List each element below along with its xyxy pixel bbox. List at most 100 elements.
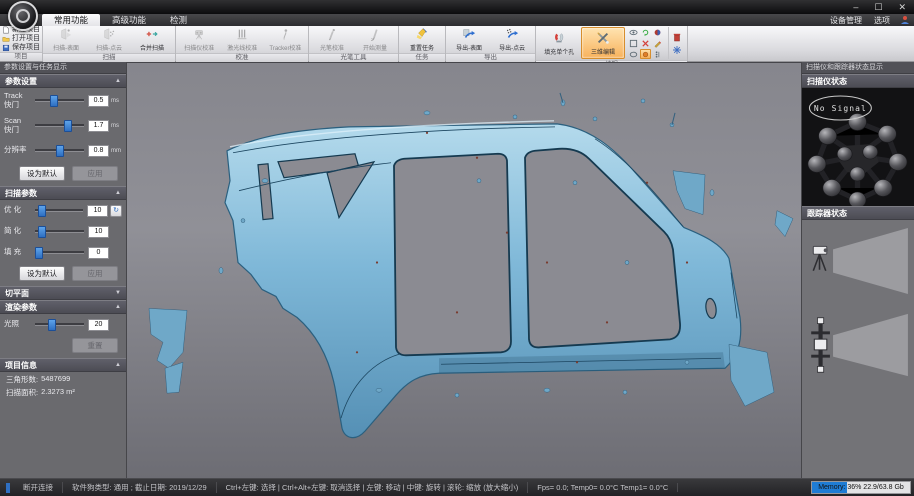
slider-value[interactable]: 0.5 [88,95,109,107]
slider-thumb[interactable] [38,226,46,238]
camera-fov-shape [833,228,908,294]
section-header-render[interactable]: 渲染参数 ▲ [0,300,126,314]
scan-pointcloud-button[interactable]: 扫描-点云 [88,27,130,52]
collapse-arrow-icon[interactable]: ▲ [115,304,121,310]
apply-button[interactable]: 应用 [72,166,118,181]
track-shutter-slider[interactable] [35,99,84,102]
slider-value[interactable]: 0 [88,247,109,259]
slider-thumb[interactable] [64,120,72,132]
button-label: 打开项目 [12,35,40,43]
3d-viewport[interactable] [127,62,801,478]
laser-calibration-button[interactable]: 激光线校准 [221,27,263,52]
minimize-button[interactable]: – [853,0,858,14]
trash-icon[interactable] [672,32,682,42]
tab-inspection[interactable]: 检测 [158,14,199,26]
collapse-arrow-icon[interactable]: ▲ [115,190,121,196]
save-project-button[interactable]: 保存项目 [2,44,40,52]
export-pointcloud-button[interactable]: 导出-点云 [491,27,533,52]
refresh-icon[interactable] [640,27,651,37]
slider-thumb[interactable] [48,319,56,331]
start-measure-button[interactable]: 开始测量 [354,27,396,52]
slider-value[interactable]: 1.7 [88,120,109,132]
reset-task-button[interactable]: 重置任务 [401,27,443,52]
scanner-calibration-button[interactable]: 扫描仪校准 [178,27,220,52]
fill-slider[interactable] [35,251,84,254]
slider-value[interactable]: 20 [88,319,109,331]
user-help-icon[interactable] [900,15,910,25]
close-button[interactable]: ✕ [898,0,906,14]
export-surface-button[interactable]: 导出-表面 [448,27,490,52]
button-label: 导出-表面 [456,42,482,51]
pen-calibration-button[interactable]: 光笔校准 [311,27,353,52]
slider-value[interactable]: 10 [88,226,109,238]
scan-surface-button[interactable]: 扫描-表面 [45,27,87,52]
section-header-scanner-status[interactable]: 扫描仪状态 [802,74,914,88]
slider-value[interactable]: 0.8 [88,145,109,157]
optimize-slider[interactable] [35,209,83,212]
maximize-button[interactable]: ☐ [874,0,882,14]
section-header-clip-plane[interactable]: 切平面 ▼ [0,286,126,300]
scan-area-row: 扫描面积: 2.3273 m² [0,385,126,398]
button-label: 合并扫描 [140,42,164,51]
slider-thumb[interactable] [56,145,64,157]
tracker-fov-probe [806,310,910,380]
options-dots-icon[interactable] [652,49,663,59]
device-management-menu[interactable]: 设备管理 [828,15,864,26]
title-bar: – ☐ ✕ [0,0,914,14]
rect-select-icon[interactable] [628,38,639,48]
slider-thumb[interactable] [38,205,46,217]
collapse-arrow-icon[interactable]: ▲ [115,362,121,368]
section-title: 切平面 [5,288,29,299]
ribbon: 新建项目 打开项目 保存项目 项目 扫描-表面 [0,26,914,62]
visibility-icon[interactable] [628,27,639,37]
scanner-calibration-icon [192,27,206,41]
edit-pen-icon[interactable] [652,38,663,48]
slider-unit: mm [111,148,122,154]
car-body-scan-model [127,63,801,478]
app-logo-icon[interactable] [8,1,38,31]
collapse-arrow-icon[interactable]: ▲ [115,78,121,84]
options-menu[interactable]: 选项 [872,15,892,26]
lasso-select-icon[interactable] [628,49,639,59]
paint-select-icon[interactable] [640,49,651,59]
tracker-calibration-icon [278,27,292,41]
export-surface-icon [462,27,476,41]
button-label: 填充单个孔 [544,46,574,55]
param-buttons: 设为默认 应用 [0,163,126,186]
fill-single-hole-button[interactable]: 填充单个孔 [538,27,580,59]
optimize-refresh-icon[interactable]: ↻ [110,205,122,217]
section-header-tracker-status[interactable]: 跟踪器状态 [802,206,914,220]
tab-advanced-functions[interactable]: 高级功能 [100,14,158,26]
merge-scan-icon [145,27,159,41]
set-default-button[interactable]: 设为默认 [19,166,65,181]
open-project-button[interactable]: 打开项目 [2,35,40,43]
3d-edit-button[interactable]: 三维编辑 [581,27,625,59]
tracker-calibration-button[interactable]: Tracker校准 [264,27,306,52]
collapse-arrow-icon[interactable]: ▼ [115,290,121,296]
render-buttons: 重置 [0,335,126,358]
view-tool-icon[interactable] [672,45,682,55]
triangle-count-row: 三角形数: 5487699 [0,372,126,385]
set-default-button[interactable]: 设为默认 [19,266,65,281]
light-slider[interactable] [35,323,84,326]
scan-shutter-slider[interactable] [35,124,84,127]
memory-usage-bar: Memory: 36% 22.9/63.8 Gb [811,481,911,494]
simplify-slider[interactable] [35,230,84,233]
apply-button[interactable]: 应用 [72,266,118,281]
resolution-slider[interactable] [35,149,84,152]
slider-value[interactable]: 10 [87,205,108,217]
merge-scan-button[interactable]: 合并扫描 [131,27,173,52]
delete-x-icon[interactable] [640,38,651,48]
tab-common-functions[interactable]: 常用功能 [42,14,100,26]
slider-unit: ms [111,98,122,104]
record-icon[interactable] [652,27,663,37]
ribbon-group-export: 导出-表面 导出-点云 导出 [446,26,536,61]
section-header-scan-params[interactable]: 扫描参数 ▲ [0,186,126,200]
reset-button[interactable]: 重置 [72,338,118,353]
section-header-project-info[interactable]: 项目信息 ▲ [0,358,126,372]
section-header-parameters[interactable]: 参数设置 ▲ [0,74,126,88]
front-door-opening [525,149,680,348]
scan-param-buttons: 设为默认 应用 [0,263,126,286]
slider-thumb[interactable] [50,95,58,107]
slider-thumb[interactable] [35,247,43,259]
